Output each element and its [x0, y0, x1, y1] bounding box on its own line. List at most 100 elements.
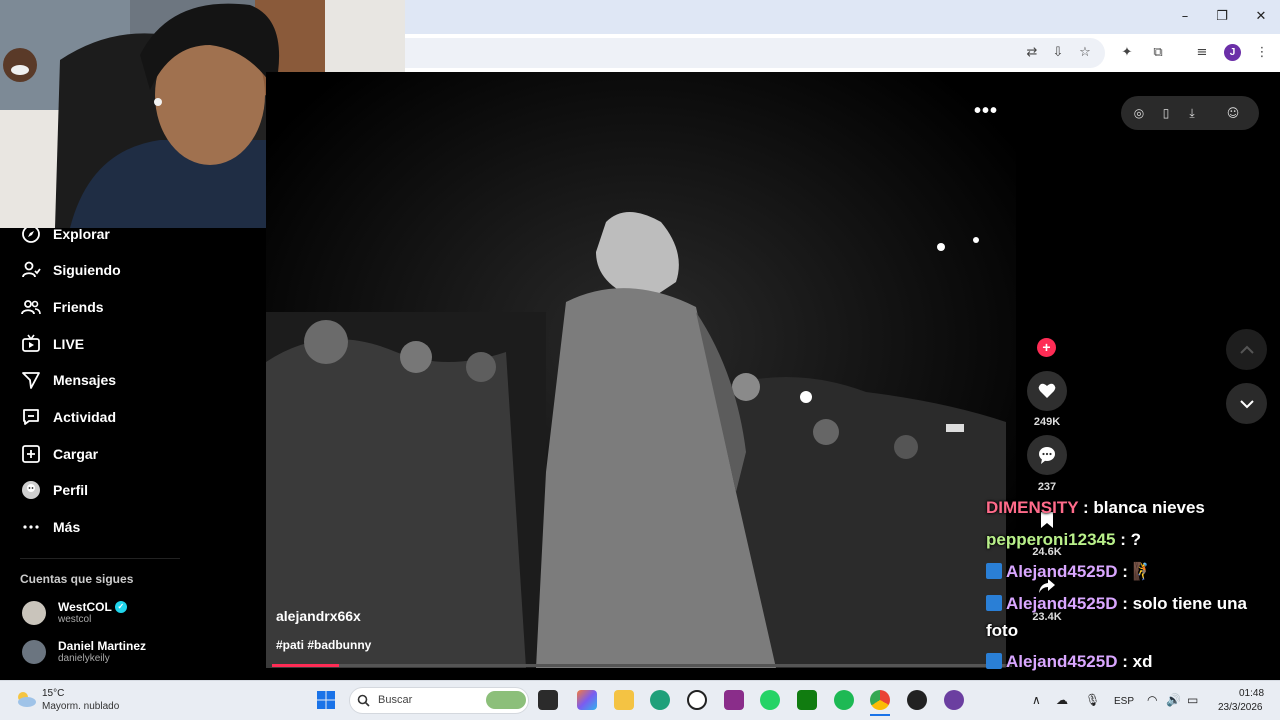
profile-avatar-icon [20, 479, 42, 501]
weather-temperature[interactable]: 15°C [42, 688, 64, 699]
search-icon [357, 694, 370, 707]
like-button[interactable] [1027, 371, 1067, 411]
screen: – ❐ ✕ ⇄ ⇩ ☆ ✦ ⧉ ≡ J ⋮ Explorar Siguiendo… [0, 0, 1280, 720]
chatgpt-icon[interactable] [687, 690, 707, 710]
video-progress-bar[interactable] [272, 664, 1012, 667]
sidebar-item-label: Cargar [53, 446, 99, 462]
sidebar-item-actividad[interactable]: Actividad [20, 405, 116, 429]
app-store-icon[interactable] [724, 690, 744, 710]
wifi-icon[interactable]: ◠ [1147, 693, 1157, 707]
weather-cloud-icon[interactable] [14, 688, 38, 710]
close-icon[interactable]: ✕ [1252, 8, 1270, 26]
next-video-button[interactable] [1226, 383, 1267, 424]
edge-browser-icon[interactable] [650, 690, 670, 710]
sidebar-item-live[interactable]: LIVE [20, 332, 84, 356]
chat-text: : ? [1120, 530, 1141, 549]
extensions-icon[interactable]: ⧉ [1148, 43, 1168, 63]
chevron-down-icon [1239, 399, 1254, 408]
video-username[interactable]: alejandrx66x [276, 608, 361, 624]
video-progress-fill [272, 664, 339, 667]
sidebar-item-label: Más [53, 519, 81, 535]
account-name: Daniel Martinez [58, 639, 147, 653]
search-highlight-icon [486, 691, 526, 709]
profile-avatar[interactable]: J [1224, 44, 1241, 61]
whatsapp-icon[interactable] [760, 690, 780, 710]
creator-avatar-icon[interactable]: ☺ [1224, 104, 1242, 122]
restore-icon[interactable]: ❐ [1213, 8, 1231, 26]
clock-time[interactable]: 01:48 [1239, 688, 1264, 699]
comment-icon [1039, 447, 1055, 464]
tray-chevron-icon[interactable]: ∧ [1032, 693, 1041, 707]
translate-icon[interactable]: ⇄ [1022, 43, 1042, 63]
following-title: Cuentas que sigues [20, 572, 134, 586]
chrome-icon[interactable] [870, 690, 890, 710]
chat-message: pepperoni12345 : ? [986, 524, 1276, 556]
previous-video-button[interactable] [1226, 329, 1267, 370]
sidebar-item-siguiendo[interactable]: Siguiendo [20, 258, 121, 282]
spotify-icon[interactable] [834, 690, 854, 710]
account-name: WestCOL [58, 600, 112, 614]
chat-text: : xd [1122, 652, 1153, 671]
autoscroll-icon[interactable]: ◎ [1130, 104, 1148, 122]
copilot-icon[interactable] [577, 690, 597, 710]
media-queue-icon[interactable]: ≡ [1192, 43, 1212, 63]
address-bar[interactable] [405, 38, 1105, 68]
xbox-icon[interactable] [797, 690, 817, 710]
chevron-up-icon [1239, 345, 1254, 354]
comment-button[interactable] [1027, 435, 1067, 475]
account-handle: danielykeily [58, 653, 110, 664]
task-view-icon[interactable] [538, 690, 558, 710]
video-hashtags[interactable]: #pati #badbunny [276, 638, 371, 652]
sidebar-item-friends[interactable]: Friends [20, 295, 104, 319]
streaming-app-icon[interactable] [944, 690, 964, 710]
chat-username: Alejand4525D [1006, 594, 1118, 613]
phone-view-icon[interactable]: ▯ [1157, 104, 1175, 122]
chat-username: DIMENSITY [986, 498, 1079, 517]
bookmark-star-icon[interactable]: ☆ [1075, 43, 1095, 63]
sidebar-item-mas[interactable]: Más [20, 515, 80, 539]
sidebar-item-mensajes[interactable]: Mensajes [20, 368, 116, 392]
sidebar-item-label: Siguiendo [53, 262, 121, 278]
battery-icon[interactable]: ▭ [1187, 693, 1198, 707]
browser-menu-icon[interactable]: ⋮ [1252, 43, 1272, 63]
obs-icon[interactable] [907, 690, 927, 710]
chat-message: Alejand4525D : 🧗 [986, 556, 1276, 588]
followed-account[interactable]: WestCOL ✓ westcol [22, 600, 127, 625]
sidebar-item-label: Perfil [53, 482, 89, 498]
video-player[interactable] [266, 72, 1016, 668]
sidebar-item-label: LIVE [53, 336, 85, 352]
windows-start-icon[interactable] [316, 690, 336, 710]
install-app-icon[interactable]: ⇩ [1048, 43, 1068, 63]
extension-puzzle-icon[interactable]: ✦ [1117, 43, 1137, 63]
chat-text: : 🧗 [1122, 562, 1154, 581]
stream-chat-overlay: DIMENSITY : blanca nieves pepperoni12345… [986, 492, 1276, 678]
chat-message: DIMENSITY : blanca nieves [986, 492, 1276, 524]
followed-account[interactable]: Daniel Martinez danielykeily [22, 639, 146, 664]
minimize-icon[interactable]: – [1176, 8, 1194, 26]
file-explorer-icon[interactable] [614, 690, 634, 710]
onedrive-cloud-icon[interactable]: ☁ [1056, 693, 1068, 707]
account-handle: westcol [58, 614, 92, 625]
download-icon[interactable]: ⤓ [1183, 104, 1201, 122]
more-options-icon[interactable]: ••• [974, 100, 998, 123]
friends-icon [20, 296, 42, 318]
sidebar-item-perfil[interactable]: Perfil [20, 478, 88, 502]
chat-username: Alejand4525D [1006, 652, 1118, 671]
upload-plus-icon [20, 443, 42, 465]
input-language[interactable]: ESP [1114, 696, 1134, 707]
sidebar-item-label: Mensajes [53, 372, 117, 388]
follow-plus-button[interactable]: + [1037, 338, 1056, 357]
avatar [22, 639, 46, 664]
clock-date[interactable]: 23/3/2026 [1218, 702, 1263, 713]
account-name-row: WestCOL ✓ [58, 600, 127, 614]
microphone-icon[interactable]: 🎙 [1085, 693, 1100, 707]
chat-message: Alejand4525D : solo tiene una foto [986, 590, 1276, 644]
sidebar-item-cargar[interactable]: Cargar [20, 442, 98, 466]
weather-description[interactable]: Mayorm. nublado [42, 701, 119, 712]
chat-badge-icon [986, 563, 1002, 579]
active-app-indicator [870, 714, 890, 716]
video-frame [266, 72, 1016, 668]
heart-icon [1038, 383, 1056, 398]
volume-icon[interactable]: 🔊 [1166, 693, 1181, 707]
verified-check-icon: ✓ [114, 601, 127, 613]
